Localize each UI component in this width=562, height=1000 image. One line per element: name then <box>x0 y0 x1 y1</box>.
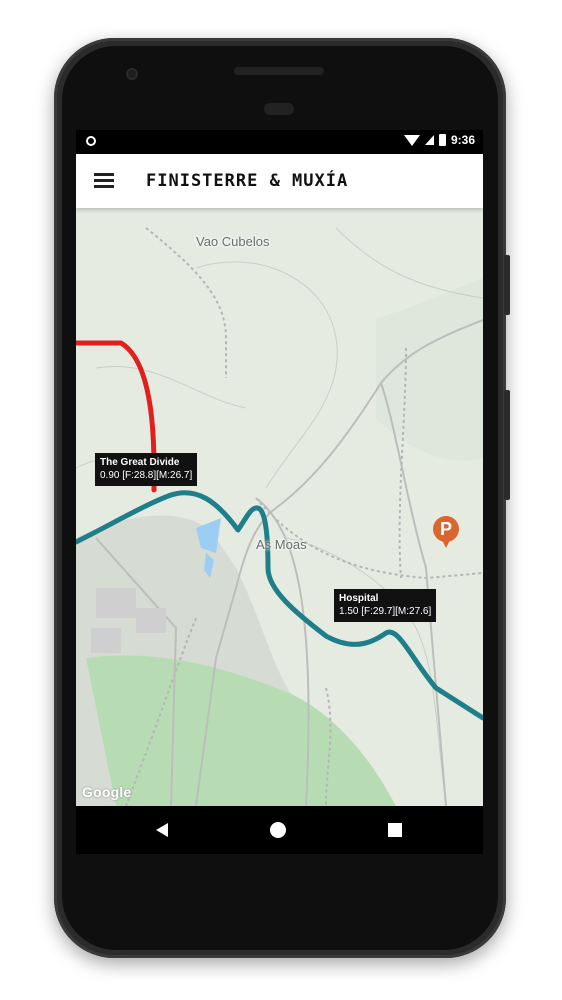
android-nav-bar <box>76 806 483 854</box>
marker-callout-hospital[interactable]: Hospital 1.50 [F:29.7][M:27.6] <box>334 589 437 622</box>
marker-title: Hospital <box>339 593 379 604</box>
power-button <box>504 255 510 315</box>
earpiece <box>264 103 294 115</box>
wifi-icon <box>403 134 420 146</box>
status-time: 9:36 <box>450 133 475 147</box>
volume-button <box>504 390 510 500</box>
hamburger-menu-icon[interactable] <box>94 173 114 189</box>
map-canvas <box>76 208 483 806</box>
marker-callout-great-divide[interactable]: The Great Divide 0.90 [F:28.8][M:26.7] <box>95 453 198 486</box>
map-view[interactable]: Vao Cubelos As Moas The Great Divide 0.9… <box>76 208 483 806</box>
app-bar: FINISTERRE & MUXÍA <box>76 154 483 208</box>
signal-icon <box>424 135 434 145</box>
recents-square-icon[interactable] <box>388 823 402 837</box>
marker-detail: 1.50 [F:29.7][M:27.6] <box>339 606 432 617</box>
status-bar: 9:36 <box>76 130 483 154</box>
home-circle-icon[interactable] <box>270 822 286 838</box>
app-title: FINISTERRE & MUXÍA <box>146 171 349 191</box>
place-label-as-moas: As Moas <box>256 537 307 552</box>
back-triangle-icon[interactable] <box>156 823 168 837</box>
marker-detail: 0.90 [F:28.8][M:26.7] <box>100 470 193 481</box>
status-icons: 9:36 <box>403 133 475 147</box>
google-attribution-logo[interactable]: Google <box>82 784 131 800</box>
marker-title: The Great Divide <box>100 457 180 468</box>
place-label-vao-cubelos: Vao Cubelos <box>196 234 270 249</box>
circle-notification-icon <box>86 136 96 146</box>
parking-marker-icon[interactable]: P <box>433 516 459 548</box>
speaker-slot <box>234 67 324 75</box>
front-camera <box>126 68 138 80</box>
battery-icon <box>438 134 446 146</box>
phone-screen: 9:36 FINISTERRE & MUXÍA Vao Cubelos As M… <box>76 130 483 806</box>
